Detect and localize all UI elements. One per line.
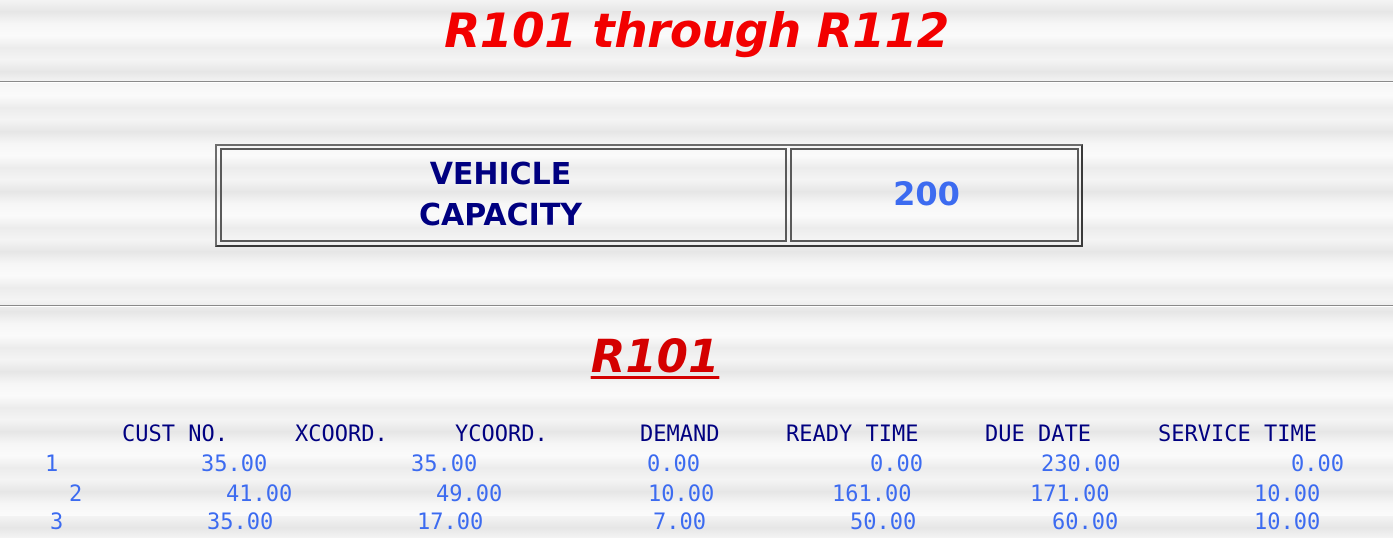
- table-cell-due-date: 171.00: [1030, 482, 1110, 507]
- table-cell-cust-no: 3: [50, 510, 64, 535]
- table-cell-ycoord: 49.00: [436, 482, 503, 507]
- table-cell-ycoord: 17.00: [417, 510, 484, 535]
- column-header-xcoord: XCOORD.: [295, 422, 388, 447]
- column-header-due-date: DUE DATE: [985, 422, 1091, 447]
- table-cell-xcoord: 35.00: [207, 510, 274, 535]
- column-header-ycoord: YCOORD.: [455, 422, 548, 447]
- table-cell-xcoord: 41.00: [226, 482, 293, 507]
- column-header-ready-time: READY TIME: [786, 422, 919, 447]
- capacity-label-line2: CAPACITY: [418, 198, 583, 233]
- capacity-label-cell: VEHICLE CAPACITY: [220, 148, 787, 242]
- table-cell-due-date: 60.00: [1052, 510, 1119, 535]
- page-title: R101 through R112: [444, 4, 949, 59]
- table-cell-ycoord: 35.00: [411, 452, 478, 477]
- section-title: R101: [590, 330, 720, 383]
- table-cell-service-time: 10.00: [1254, 510, 1321, 535]
- horizontal-rule: [0, 305, 1393, 307]
- table-cell-cust-no: 2: [69, 482, 83, 507]
- column-header-service-time: SERVICE TIME: [1158, 422, 1317, 447]
- table-cell-xcoord: 35.00: [201, 452, 268, 477]
- capacity-label: VEHICLE CAPACITY: [419, 154, 582, 236]
- column-header-cust-no: CUST NO.: [122, 422, 228, 447]
- table-cell-service-time: 10.00: [1254, 482, 1321, 507]
- table-cell-service-time: 0.00: [1291, 452, 1344, 477]
- column-header-demand: DEMAND: [640, 422, 720, 447]
- table-cell-demand: 10.00: [648, 482, 715, 507]
- table-cell-ready-time: 161.00: [832, 482, 912, 507]
- table-cell-demand: 7.00: [653, 510, 706, 535]
- table-cell-cust-no: 1: [45, 452, 59, 477]
- capacity-value: 200: [893, 175, 960, 213]
- capacity-label-line1: VEHICLE: [429, 157, 572, 192]
- table-cell-ready-time: 50.00: [850, 510, 917, 535]
- table-cell-ready-time: 0.00: [870, 452, 923, 477]
- table-cell-demand: 0.00: [647, 452, 700, 477]
- table-cell-due-date: 230.00: [1041, 452, 1121, 477]
- capacity-value-cell: 200: [790, 148, 1079, 242]
- horizontal-rule: [0, 81, 1393, 83]
